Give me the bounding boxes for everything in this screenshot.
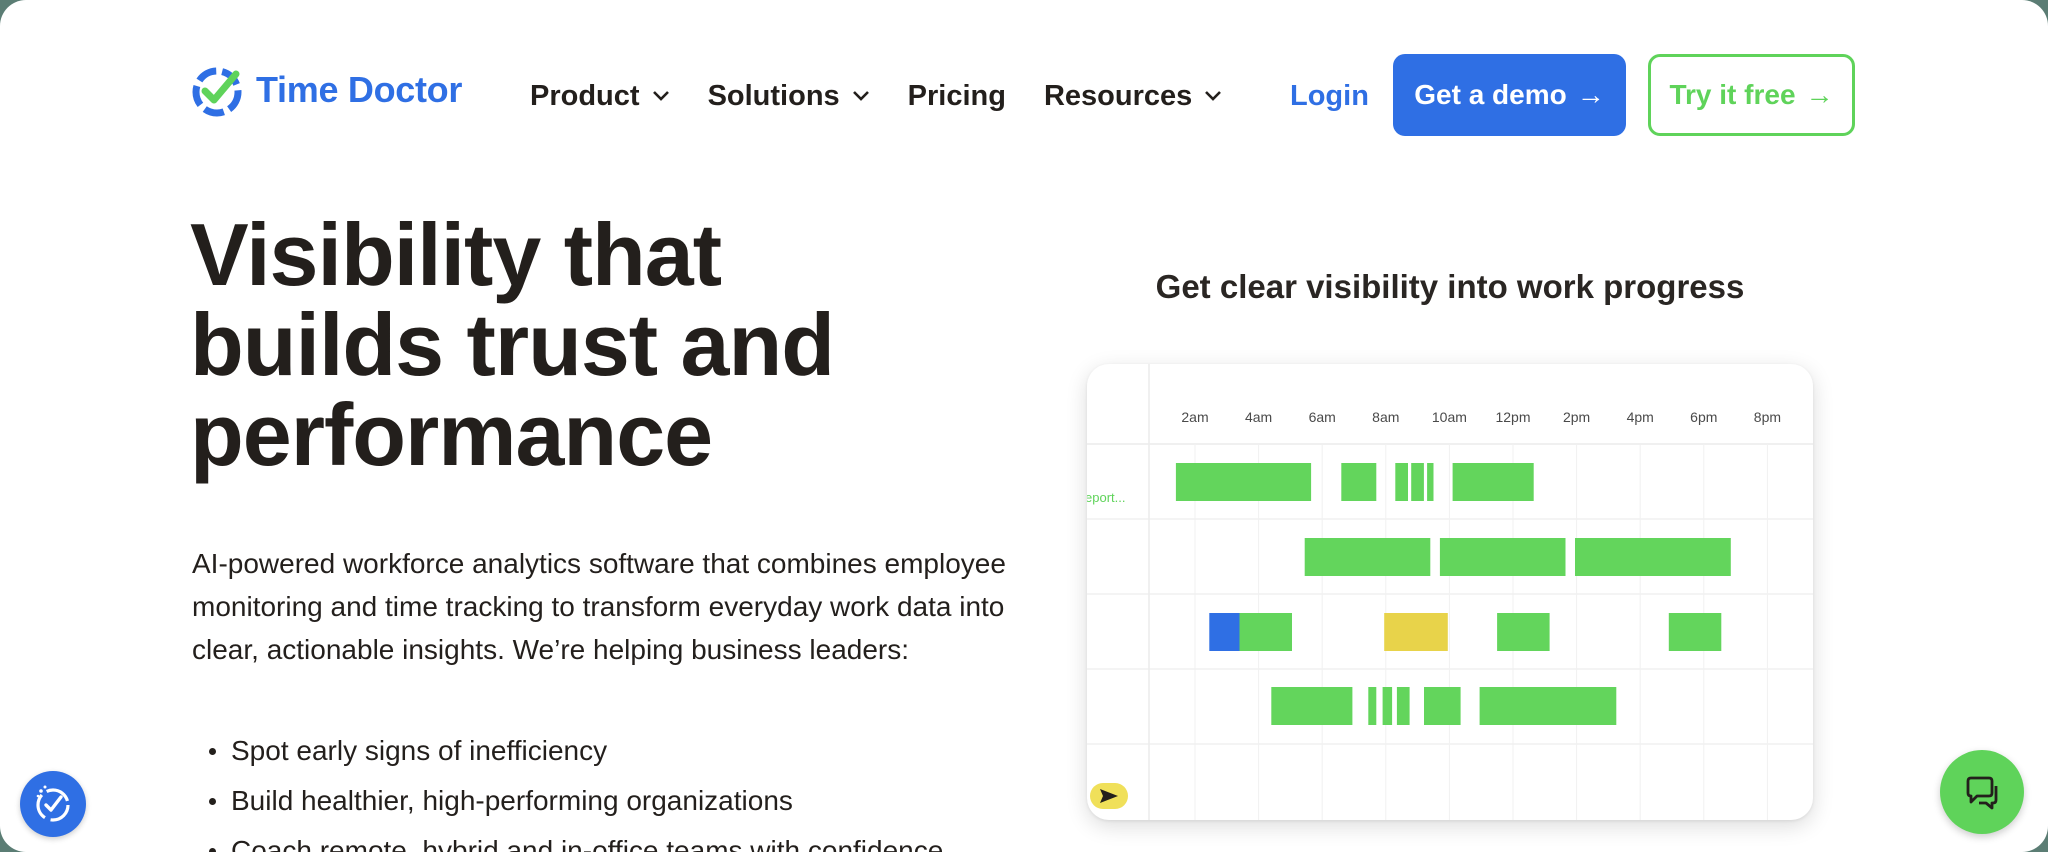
time-tick-label: 6am: [1309, 409, 1336, 425]
logo-text: Time Doctor: [256, 69, 463, 110]
nav-item-product[interactable]: Product: [530, 80, 670, 113]
nav-item-label: Resources: [1043, 79, 1193, 112]
activity-bar-productive: [1271, 687, 1353, 725]
activity-bar-productive: [1395, 463, 1408, 501]
hero-bullet-list: Spot early signs of inefficiency Build h…: [205, 726, 943, 852]
list-item: Build healthier, high-performing organiz…: [205, 776, 943, 826]
chevron-down-icon: [1205, 91, 1222, 101]
main-nav: Product Solutions Pricing Resources: [530, 68, 1260, 124]
time-tick-label: 8am: [1372, 409, 1399, 425]
activity-bar-productive: [1439, 538, 1566, 576]
time-tick-label: 8pm: [1754, 409, 1781, 425]
activity-bar-productive: [1368, 687, 1377, 725]
activity-bar-productive: [1175, 463, 1312, 501]
send-arrow-icon[interactable]: [1090, 783, 1128, 809]
time-doctor-badge-icon: [36, 785, 70, 822]
nav-item-label: Solutions: [707, 79, 840, 112]
time-tick-label: 12pm: [1495, 409, 1530, 425]
activity-bar-productive: [1382, 687, 1393, 725]
nav-item-label: Pricing: [907, 79, 1006, 112]
nav-item-solutions[interactable]: Solutions: [708, 80, 870, 113]
time-tick-label: 10am: [1432, 409, 1467, 425]
get-demo-button[interactable]: Get a demo →: [1393, 54, 1626, 136]
login-link[interactable]: Login: [1290, 80, 1369, 113]
nav-item-label: Product: [530, 79, 640, 112]
get-demo-label: Get a demo: [1414, 79, 1567, 110]
hero-description: AI-powered workforce analytics software …: [192, 548, 1006, 665]
time-tick-label: 6pm: [1690, 409, 1717, 425]
row-label: eport...: [1087, 490, 1125, 505]
activity-bar-productive: [1239, 613, 1292, 651]
try-free-button[interactable]: Try it free →: [1648, 54, 1855, 136]
chevron-down-icon: [652, 91, 669, 101]
try-free-label: Try it free: [1669, 79, 1796, 110]
time-doctor-logo-icon: [192, 67, 242, 117]
activity-bar-productive: [1304, 538, 1431, 576]
arrow-right-icon: →: [1576, 79, 1605, 110]
activity-bar-productive: [1396, 687, 1410, 725]
hero-title: Visibility that builds trust and perform…: [190, 205, 835, 484]
activity-bar-idle: [1384, 613, 1448, 651]
time-tick-label: 4am: [1245, 409, 1272, 425]
chart-heading: Get clear visibility into work progress: [1155, 268, 1745, 305]
list-item: Coach remote, hybrid and in-office teams…: [205, 826, 943, 852]
activity-bar-productive: [1497, 613, 1550, 651]
activity-bar-productive: [1411, 463, 1424, 501]
arrow-right-icon: →: [1805, 79, 1834, 110]
chat-button[interactable]: [1940, 750, 2024, 834]
nav-item-resources[interactable]: Resources: [1044, 80, 1222, 113]
time-tick-label: 2am: [1181, 409, 1208, 425]
activity-bar-productive: [1668, 613, 1722, 651]
list-item: Spot early signs of inefficiency: [205, 726, 943, 776]
chat-bubbles-icon: [1966, 776, 1998, 810]
activity-bar-productive: [1424, 687, 1461, 725]
time-doctor-badge-button[interactable]: [20, 771, 86, 837]
activity-bar-productive: [1479, 687, 1617, 725]
page: Time Doctor Product Solutions Pricing Re…: [0, 0, 2048, 852]
timeline-chart: 2am 4am 6am 8am 10am 12pm 2pm 4pm 6pm 8pm eport..…: [1087, 364, 1813, 820]
time-tick-label: 2pm: [1563, 409, 1590, 425]
logo[interactable]: Time Doctor: [190, 62, 462, 118]
activity-bar-productive: [1341, 463, 1377, 501]
chevron-down-icon: [852, 91, 869, 101]
activity-bar-manual: [1209, 613, 1240, 651]
timeline-chart-card: 2am 4am 6am 8am 10am 12pm 2pm 4pm 6pm 8pm eport..…: [1087, 364, 1813, 820]
activity-bar-productive: [1427, 463, 1434, 501]
nav-item-pricing[interactable]: Pricing: [908, 80, 1006, 113]
activity-bar-productive: [1452, 463, 1534, 501]
time-tick-label: 4pm: [1627, 409, 1654, 425]
activity-bar-productive: [1575, 538, 1731, 576]
